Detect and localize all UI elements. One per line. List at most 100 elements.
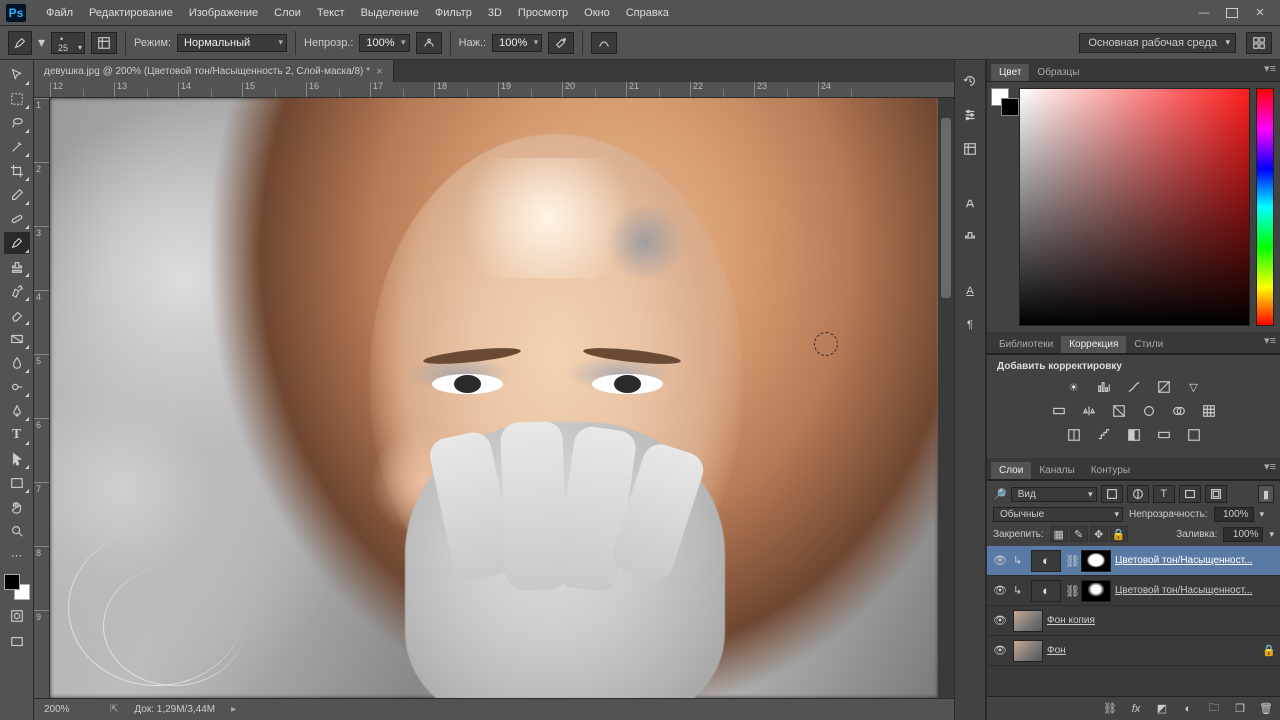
layer-mask-thumbnail[interactable]	[1081, 550, 1111, 572]
new-group-button[interactable]: 🗀	[1206, 699, 1222, 718]
photo-filter-button[interactable]	[1139, 402, 1159, 420]
layer-name[interactable]: Фон	[1047, 645, 1258, 656]
character-panel-button[interactable]: A	[958, 280, 982, 302]
layer-opacity-value[interactable]: 100%	[1214, 507, 1254, 522]
curves-button[interactable]	[1124, 378, 1144, 396]
layer-fx-button[interactable]: fx	[1128, 703, 1144, 715]
add-mask-button[interactable]: ◩	[1154, 702, 1170, 715]
tab-channels[interactable]: Каналы	[1031, 462, 1083, 479]
panel-menu-icon[interactable]: ▾≡	[1264, 334, 1276, 347]
gradient-tool[interactable]	[4, 328, 30, 350]
visibility-toggle[interactable]: 👁	[991, 584, 1009, 597]
vibrance-button[interactable]: ▽	[1184, 378, 1204, 396]
menu-filter[interactable]: Фильтр	[427, 0, 480, 26]
filter-pixel-button[interactable]	[1101, 485, 1123, 503]
menu-file[interactable]: Файл	[38, 0, 81, 26]
tab-libraries[interactable]: Библиотеки	[991, 336, 1061, 353]
brush-tool[interactable]	[4, 232, 30, 254]
search-button[interactable]	[1246, 32, 1272, 54]
filter-toggle-switch[interactable]: ▮	[1258, 485, 1274, 503]
layer-item[interactable]: 👁 Фон копия	[987, 606, 1280, 636]
dodge-tool[interactable]	[4, 376, 30, 398]
hand-tool[interactable]	[4, 496, 30, 518]
saturation-brightness-picker[interactable]	[1019, 88, 1250, 326]
blur-tool[interactable]	[4, 352, 30, 374]
lock-all-button[interactable]: 🔒	[1110, 526, 1128, 542]
foreground-background-colors[interactable]	[4, 574, 30, 600]
mask-link-icon[interactable]: ⛓	[1065, 584, 1077, 598]
brush-preset-arrow-icon[interactable]: ▾	[38, 34, 45, 51]
menu-image[interactable]: Изображение	[181, 0, 266, 26]
panel-menu-icon[interactable]: ▾≡	[1264, 62, 1276, 75]
blend-mode-dropdown[interactable]: Обычные	[993, 507, 1123, 522]
visibility-toggle[interactable]: 👁	[991, 644, 1009, 657]
filter-smart-button[interactable]	[1205, 485, 1227, 503]
layer-filter-dropdown[interactable]: Вид	[1011, 487, 1097, 502]
zoom-level[interactable]: 200%	[44, 704, 94, 715]
lock-position-button[interactable]: ✥	[1090, 526, 1108, 542]
exposure-button[interactable]	[1154, 378, 1174, 396]
new-adjustment-button[interactable]: ◐	[1180, 703, 1196, 715]
properties-panel-button[interactable]	[958, 104, 982, 126]
visibility-toggle[interactable]: 👁	[991, 614, 1009, 627]
clone-source-button[interactable]	[958, 226, 982, 248]
crop-tool[interactable]	[4, 160, 30, 182]
filter-shape-button[interactable]	[1179, 485, 1201, 503]
document-tab[interactable]: девушка.jpg @ 200% (Цветовой тон/Насыщен…	[34, 60, 394, 82]
menu-select[interactable]: Выделение	[353, 0, 427, 26]
lock-image-button[interactable]: ✎	[1070, 526, 1088, 542]
blend-mode-dropdown[interactable]: Нормальный	[177, 34, 287, 52]
workspace-dropdown[interactable]: Основная рабочая среда	[1079, 33, 1236, 53]
fill-value[interactable]: 100%	[1223, 527, 1263, 542]
channel-mixer-button[interactable]	[1169, 402, 1189, 420]
history-brush-tool[interactable]	[4, 280, 30, 302]
move-tool[interactable]	[4, 64, 30, 86]
clone-stamp-tool[interactable]	[4, 256, 30, 278]
pen-tool[interactable]	[4, 400, 30, 422]
levels-button[interactable]	[1094, 378, 1114, 396]
window-close-button[interactable]: ✕	[1246, 3, 1274, 23]
link-layers-button[interactable]: ⛓	[1102, 702, 1118, 715]
brush-panel-toggle[interactable]	[91, 32, 117, 54]
foreground-color-swatch[interactable]	[4, 574, 20, 590]
tab-layers[interactable]: Слои	[991, 462, 1031, 479]
menu-3d[interactable]: 3D	[480, 0, 510, 26]
tab-swatches[interactable]: Образцы	[1029, 64, 1087, 81]
status-menu-icon[interactable]: ▸	[231, 704, 236, 715]
lock-transparency-button[interactable]: ▦	[1050, 526, 1068, 542]
layer-item[interactable]: 👁 ↳ ◐ ⛓ Цветовой тон/Насыщенност...	[987, 546, 1280, 576]
paragraph-panel-button[interactable]: ¶	[958, 314, 982, 336]
black-white-button[interactable]	[1109, 402, 1129, 420]
selective-color-button[interactable]	[1184, 426, 1204, 444]
flow-dropdown[interactable]: 100%	[492, 34, 542, 52]
color-bg-swatch[interactable]	[1001, 98, 1019, 116]
history-panel-button[interactable]	[958, 70, 982, 92]
menu-layer[interactable]: Слои	[266, 0, 309, 26]
brushes-panel-button[interactable]	[958, 138, 982, 160]
new-layer-button[interactable]: ❐	[1232, 702, 1248, 715]
eyedropper-tool[interactable]	[4, 184, 30, 206]
lasso-tool[interactable]	[4, 112, 30, 134]
threshold-button[interactable]	[1124, 426, 1144, 444]
brightness-contrast-button[interactable]: ☀	[1064, 378, 1084, 396]
menu-view[interactable]: Просмотр	[510, 0, 576, 26]
scrollbar-vertical[interactable]	[938, 98, 954, 698]
pressure-size-toggle[interactable]	[591, 32, 617, 54]
shape-tool[interactable]	[4, 472, 30, 494]
healing-brush-tool[interactable]	[4, 208, 30, 230]
pressure-opacity-toggle[interactable]	[416, 32, 442, 54]
tab-adjustments[interactable]: Коррекция	[1061, 336, 1126, 353]
quick-mask-toggle[interactable]	[4, 606, 30, 626]
tab-styles[interactable]: Стили	[1126, 336, 1171, 353]
posterize-button[interactable]	[1094, 426, 1114, 444]
panel-menu-icon[interactable]: ▾≡	[1264, 460, 1276, 473]
visibility-toggle[interactable]: 👁	[991, 554, 1009, 567]
menu-help[interactable]: Справка	[618, 0, 677, 26]
layer-item[interactable]: 👁 ↳ ◐ ⛓ Цветовой тон/Насыщенност...	[987, 576, 1280, 606]
edit-toolbar-button[interactable]: ⋯	[4, 544, 30, 566]
zoom-tool[interactable]	[4, 520, 30, 542]
window-maximize-button[interactable]	[1218, 3, 1246, 23]
filter-adjust-button[interactable]	[1127, 485, 1149, 503]
layer-mask-thumbnail[interactable]	[1081, 580, 1111, 602]
eraser-tool[interactable]	[4, 304, 30, 326]
